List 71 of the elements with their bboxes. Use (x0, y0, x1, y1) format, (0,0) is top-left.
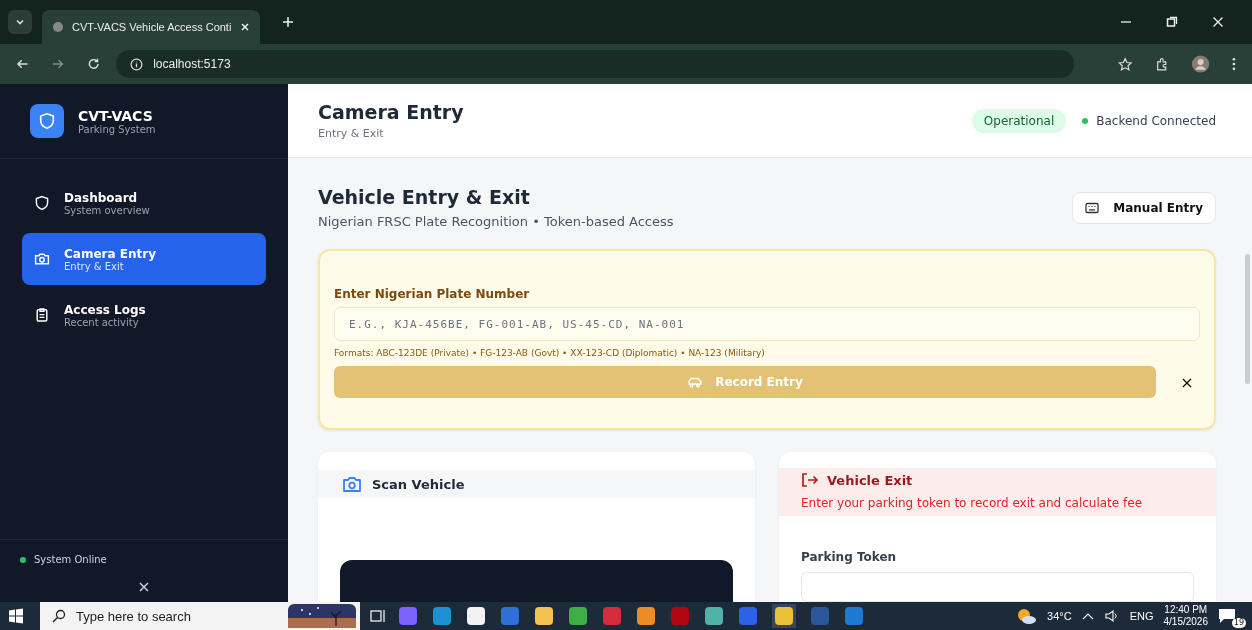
app-icon[interactable] (772, 604, 796, 628)
close-button[interactable]: × (133, 577, 155, 596)
status-text: System Online (34, 554, 107, 565)
shield-logo-icon (30, 104, 64, 138)
menu-icon[interactable] (1232, 57, 1236, 71)
app-subtitle: Parking System (78, 123, 156, 135)
page-header-title: Camera Entry (318, 101, 464, 123)
app-icon[interactable] (704, 606, 724, 626)
app-icon[interactable] (636, 606, 656, 626)
format-hint: Formats: ABC-123DE (Private) • FG-123-AB (Govt) • XX-123-CD (Diplomatic) • NA-123 (Military) (334, 348, 766, 358)
status-badge: Operational (971, 108, 1067, 133)
manual-entry-button[interactable]: Manual Entry (1072, 192, 1216, 224)
field-label: Enter Nigerian Plate Number (334, 287, 531, 301)
chevron-up-icon[interactable] (1081, 612, 1094, 620)
section-title: Vehicle Entry & Exit (318, 186, 531, 208)
section-subtitle: Nigerian FRSC Plate Recognition • Token-based Access (318, 214, 674, 229)
car-icon (687, 376, 704, 388)
temperature-text: 34°C (1047, 610, 1072, 622)
connection-status: Backend Connected (1096, 113, 1216, 128)
globe-icon (52, 21, 64, 33)
clock[interactable]: 12:40 PM 4/15/2026 (1163, 604, 1208, 628)
url-text: localhost:5173 (153, 57, 231, 71)
app-icon[interactable] (466, 606, 486, 626)
app-name: CVT-VACS (78, 107, 154, 124)
nav-item[interactable]: Camera Entry Entry & Exit (22, 233, 266, 285)
close-button[interactable]: × (1174, 371, 1200, 393)
plate-input-field[interactable]: E.G., KJA-456BE, FG-001-AB, US-45-CD, NA-001 (334, 307, 1200, 341)
connection-dot (1082, 117, 1089, 124)
nav-item[interactable]: Dashboard System overview (22, 177, 266, 229)
close-icon[interactable] (1212, 16, 1224, 28)
speaker-icon[interactable] (1103, 609, 1120, 623)
camera-icon (34, 251, 50, 267)
notification-icon (1218, 608, 1236, 624)
info-icon (130, 57, 144, 71)
clipboard-icon (34, 307, 50, 323)
taskbar-search-field[interactable]: Type here to search (40, 602, 360, 630)
new-tab-icon[interactable] (282, 16, 294, 28)
task-view-icon[interactable] (370, 609, 386, 623)
nav-item[interactable]: Access Logs Recent activity (22, 289, 266, 341)
weather-icon (1015, 607, 1038, 625)
back-icon[interactable] (16, 57, 30, 71)
scrollbar[interactable] (1245, 254, 1250, 384)
card-title: Scan Vehicle (372, 476, 465, 492)
avatar-icon[interactable] (1191, 54, 1211, 74)
notification-count: 19 (1231, 618, 1246, 628)
exit-arrow-icon (801, 472, 819, 488)
forward-icon[interactable] (51, 57, 65, 71)
keyboard-icon (1085, 202, 1100, 214)
address-bar[interactable]: localhost:5173 (116, 50, 1075, 78)
notification-button[interactable]: 19 (1218, 604, 1244, 628)
camera-icon (342, 475, 362, 493)
page-header-subtitle: Entry & Exit (318, 127, 385, 140)
field-label: Parking Token (801, 550, 898, 564)
star-icon[interactable] (1118, 56, 1133, 72)
tab-title: CVT-VACS Vehicle Access Conti (72, 21, 232, 33)
reload-icon[interactable] (86, 57, 101, 71)
app-icon[interactable] (568, 606, 588, 626)
card-title: Vehicle Exit (827, 472, 913, 488)
close-icon[interactable] (240, 22, 250, 32)
shield-icon (34, 195, 50, 211)
browser-tab[interactable]: CVT-VACS Vehicle Access Conti (42, 10, 260, 44)
app-icon[interactable] (534, 606, 554, 626)
restore-icon[interactable] (1166, 16, 1178, 28)
tab-list-button[interactable] (8, 10, 32, 34)
chevron-down-icon (15, 17, 25, 27)
status-dot (20, 556, 26, 563)
language-indicator[interactable]: ENG (1129, 610, 1154, 622)
token-input-field[interactable] (801, 572, 1194, 602)
card-description: Enter your parking token to record exit and calculate fee (801, 496, 1143, 510)
search-icon (52, 609, 66, 623)
windows-start-icon[interactable] (8, 608, 24, 624)
